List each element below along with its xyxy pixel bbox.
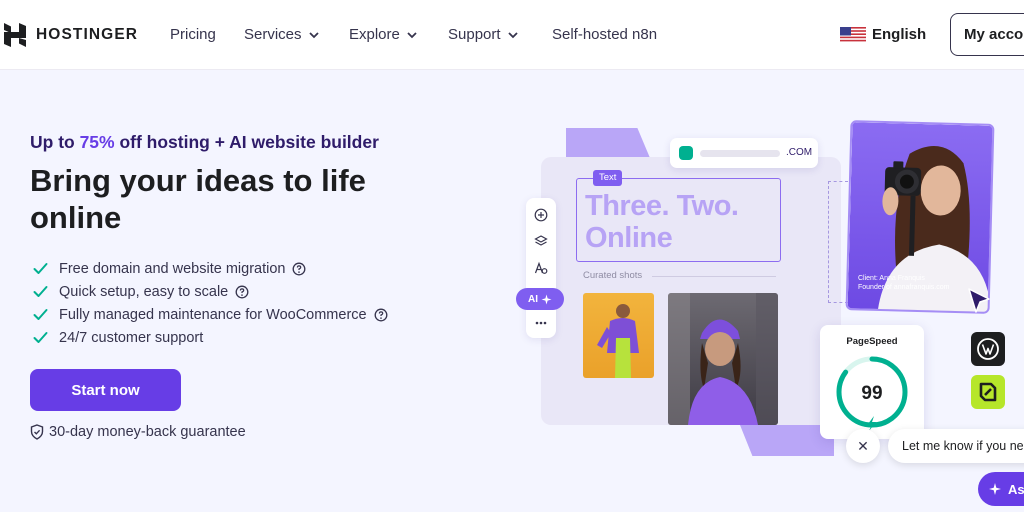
chevron-down-icon [308, 31, 319, 38]
pagespeed-card: PageSpeed 99 [820, 325, 924, 439]
start-now-button[interactable]: Start now [30, 369, 181, 411]
add-icon [534, 208, 548, 222]
chat-close-button[interactable]: ✕ [846, 429, 880, 463]
check-icon [33, 332, 48, 343]
nav-item-self-hosted-n8n[interactable]: Self-hosted n8n [552, 26, 657, 43]
nav-item-explore[interactable]: Explore [349, 26, 418, 43]
lightning-icon [868, 416, 876, 430]
feature-item: Free domain and website migration [32, 257, 388, 280]
check-icon [33, 263, 48, 274]
nav-item-support[interactable]: Support [448, 26, 519, 43]
wordpress-icon [977, 338, 999, 360]
chevron-down-icon [407, 31, 417, 38]
curated-photo [668, 293, 778, 425]
chat-message-bubble[interactable]: Let me know if you need help [888, 429, 1024, 463]
close-icon: ✕ [857, 437, 869, 454]
kicker-prefix: Up to [30, 132, 80, 152]
nav-item-services[interactable]: Services [244, 26, 320, 43]
promo-kicker: Up to 75% off hosting + AI website build… [30, 132, 379, 153]
pagespeed-score: 99 [861, 383, 883, 404]
top-navigation: HOSTINGER Pricing Services Explore Suppo… [0, 0, 1024, 70]
nav-item-pricing[interactable]: Pricing [170, 26, 216, 43]
feature-item: Quick setup, easy to scale [32, 280, 388, 303]
shield-check-icon [30, 424, 44, 440]
lock-icon [679, 146, 693, 160]
sparkle-icon [541, 294, 552, 304]
more-icon [535, 321, 547, 325]
sample-heading: Three. Two. Online [585, 190, 785, 254]
guarantee-label: 30-day money-back guarantee [49, 424, 246, 440]
hostinger-logo-icon [4, 23, 26, 47]
help-icon[interactable] [235, 285, 249, 299]
feature-label: 24/7 customer support [59, 329, 204, 346]
feature-label: Free domain and website migration [59, 260, 286, 277]
sample-heading-line: Three. Two. [585, 190, 739, 222]
client-name: Client: Anna Franquis [858, 275, 925, 282]
language-selector[interactable]: English [840, 26, 926, 43]
nav-item-label: Support [448, 26, 501, 43]
decorative-shape [566, 128, 650, 158]
cursor-pointer-icon [968, 288, 990, 313]
domain-tld: .COM [786, 147, 813, 158]
nav-item-label: Services [244, 26, 302, 43]
builder-toolbar [526, 198, 556, 338]
ai-assistant-pill: AI [516, 288, 564, 310]
feature-label: Quick setup, easy to scale [59, 283, 229, 300]
us-flag-icon [840, 26, 866, 43]
nav-item-label: Explore [349, 26, 400, 43]
wordpress-tile [971, 332, 1005, 366]
my-account-button[interactable]: My account [950, 13, 1024, 56]
ask-ai-button[interactable]: Ask [978, 472, 1024, 506]
money-back-guarantee: 30-day money-back guarantee [30, 424, 246, 440]
help-icon[interactable] [292, 262, 306, 276]
person-illustration [597, 304, 639, 378]
nav-item-label: Pricing [170, 26, 216, 43]
layers-icon [534, 235, 548, 246]
brand-logo[interactable]: HOSTINGER [2, 22, 138, 48]
url-placeholder [700, 150, 780, 157]
divider [652, 276, 776, 277]
curated-photo [583, 293, 654, 378]
ai-label: AI [528, 293, 538, 305]
client-credit: Client: Anna Franquis Founder of annafra… [858, 274, 949, 292]
person-illustration [668, 293, 778, 425]
selection-guide [828, 181, 848, 303]
feature-item: Fully managed maintenance for WooCommerc… [32, 303, 388, 326]
text-style-icon [534, 261, 548, 274]
website-builder-icon [979, 382, 997, 402]
feature-label: Fully managed maintenance for WooCommerc… [59, 306, 367, 323]
website-builder-tile [971, 375, 1005, 409]
sample-heading-line: Online [585, 222, 673, 254]
brand-name: HOSTINGER [36, 26, 139, 43]
discount-percent: 75% [79, 132, 115, 152]
hero-headline: Bring your ideas to life online [30, 163, 366, 235]
feature-list: Free domain and website migration Quick … [32, 257, 388, 349]
language-label: English [872, 26, 927, 43]
client-role: Founder of annafranquis.com [858, 284, 950, 291]
curated-shots-label: Curated shots [583, 270, 643, 281]
check-icon [33, 286, 48, 297]
help-icon[interactable] [374, 308, 388, 322]
domain-url-bar: .COM [670, 138, 818, 168]
ask-label: Ask [1008, 481, 1024, 497]
kicker-suffix: off hosting + AI website builder [114, 132, 379, 152]
nav-item-label: Self-hosted n8n [552, 26, 658, 43]
text-tag: Text [593, 170, 623, 186]
check-icon [33, 309, 48, 320]
sparkle-icon [989, 483, 1001, 495]
chevron-down-icon [507, 31, 518, 38]
feature-item: 24/7 customer support [32, 326, 388, 349]
pagespeed-title: PageSpeed [846, 336, 898, 347]
